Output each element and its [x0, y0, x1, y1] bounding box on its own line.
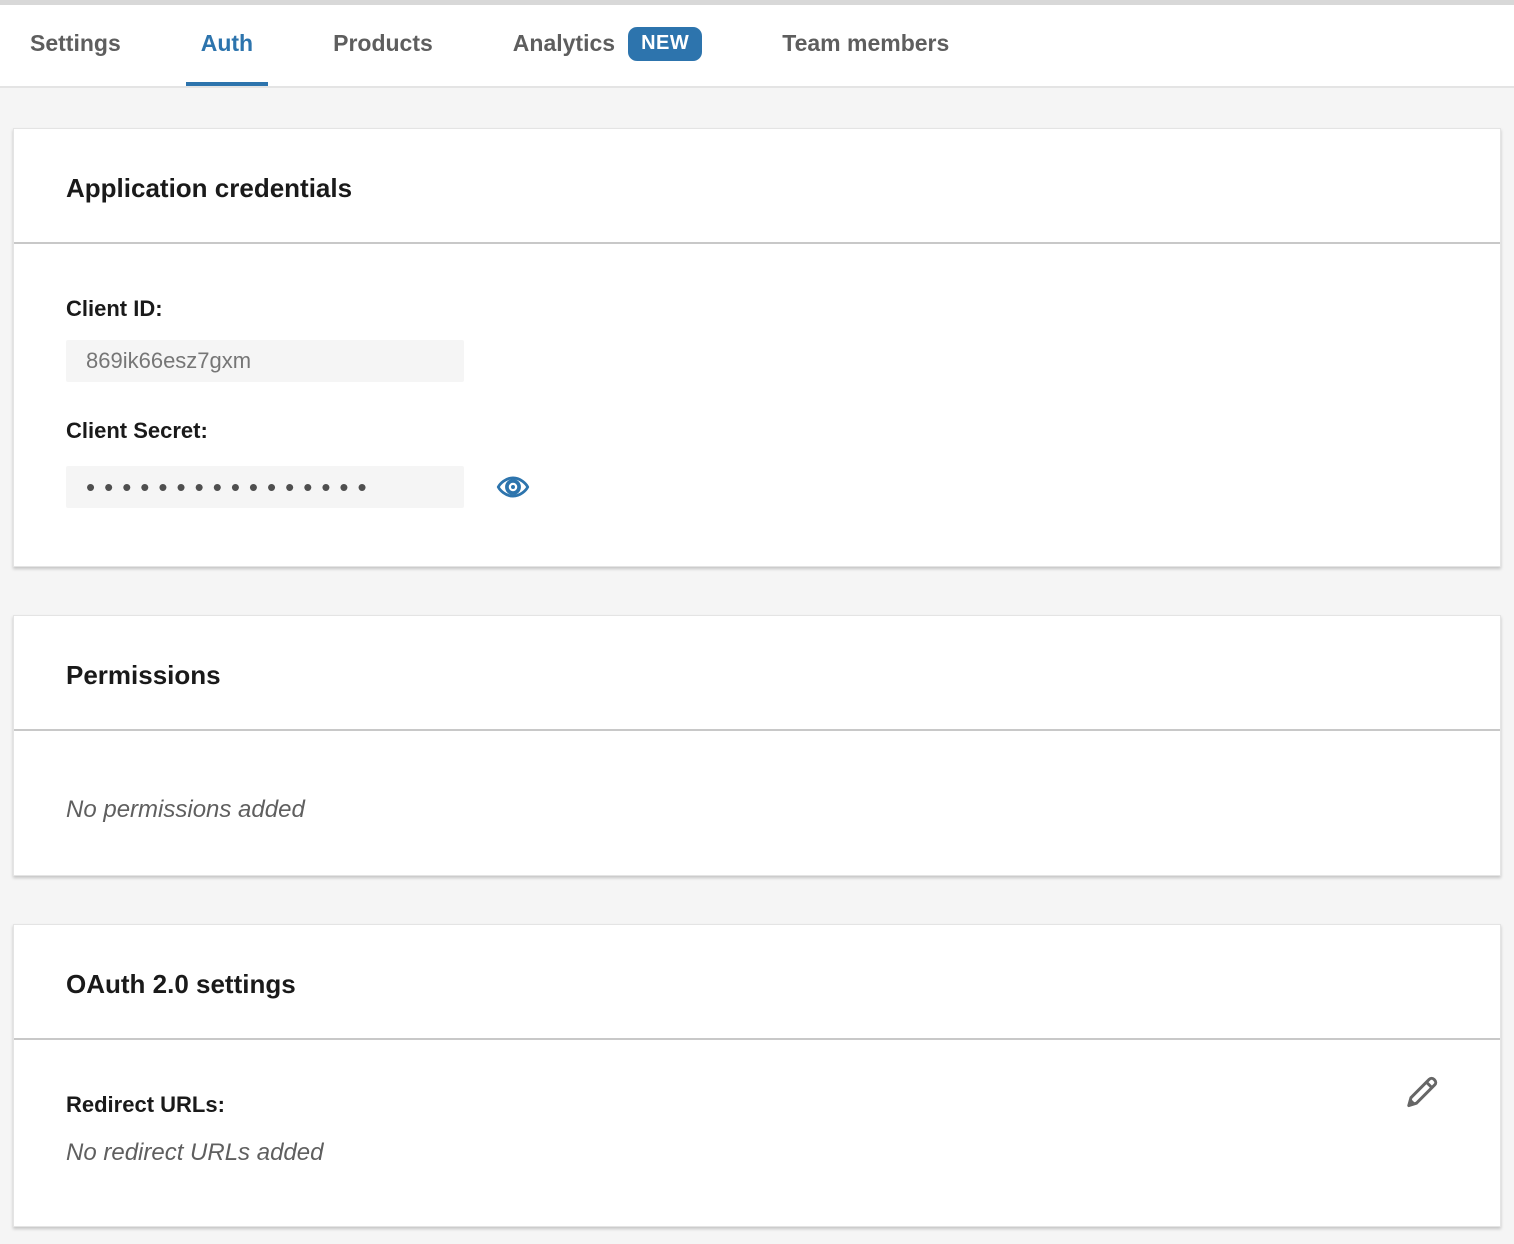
application-credentials-header: Application credentials [14, 129, 1500, 244]
tab-analytics[interactable]: Analytics NEW [513, 5, 702, 86]
tab-products[interactable]: Products [333, 5, 433, 86]
permissions-card: Permissions No permissions added [13, 615, 1501, 876]
client-secret-value[interactable]: •••••••••••••••• [66, 466, 464, 508]
main-content: Application credentials Client ID: 869ik… [0, 88, 1514, 1227]
client-id-value[interactable]: 869ik66esz7gxm [66, 340, 464, 382]
client-id-label: Client ID: [66, 296, 1448, 322]
redirect-urls-label: Redirect URLs: [66, 1092, 1448, 1118]
pencil-icon [1400, 1072, 1442, 1114]
application-credentials-title: Application credentials [66, 173, 1448, 204]
tab-team-members[interactable]: Team members [782, 5, 949, 86]
redirect-urls-empty-text: No redirect URLs added [66, 1138, 1448, 1168]
tab-products-label: Products [333, 30, 433, 57]
permissions-body: No permissions added [14, 731, 1500, 875]
reveal-secret-button[interactable] [496, 470, 530, 504]
tab-settings[interactable]: Settings [30, 5, 121, 86]
oauth-settings-body: Redirect URLs: No redirect URLs added [14, 1040, 1500, 1226]
tab-auth[interactable]: Auth [186, 5, 268, 86]
client-secret-label: Client Secret: [66, 418, 1448, 444]
tab-analytics-label: Analytics [513, 30, 615, 57]
tab-settings-label: Settings [30, 30, 121, 57]
application-credentials-card: Application credentials Client ID: 869ik… [13, 128, 1501, 567]
edit-redirect-urls-button[interactable] [1400, 1072, 1442, 1114]
oauth-settings-title: OAuth 2.0 settings [66, 969, 1448, 1000]
tab-bar: Settings Auth Products Analytics NEW Tea… [0, 0, 1514, 88]
tab-team-members-label: Team members [782, 30, 949, 57]
tab-auth-label: Auth [201, 30, 253, 57]
permissions-empty-text: No permissions added [66, 795, 1448, 825]
client-secret-row: •••••••••••••••• [66, 466, 1448, 508]
application-credentials-body: Client ID: 869ik66esz7gxm Client Secret:… [14, 244, 1500, 566]
oauth-settings-header: OAuth 2.0 settings [14, 925, 1500, 1040]
eye-icon [496, 470, 530, 504]
new-badge: NEW [628, 27, 702, 61]
permissions-header: Permissions [14, 616, 1500, 731]
oauth-settings-card: OAuth 2.0 settings Redirect URLs: No red… [13, 924, 1501, 1227]
permissions-title: Permissions [66, 660, 1448, 691]
